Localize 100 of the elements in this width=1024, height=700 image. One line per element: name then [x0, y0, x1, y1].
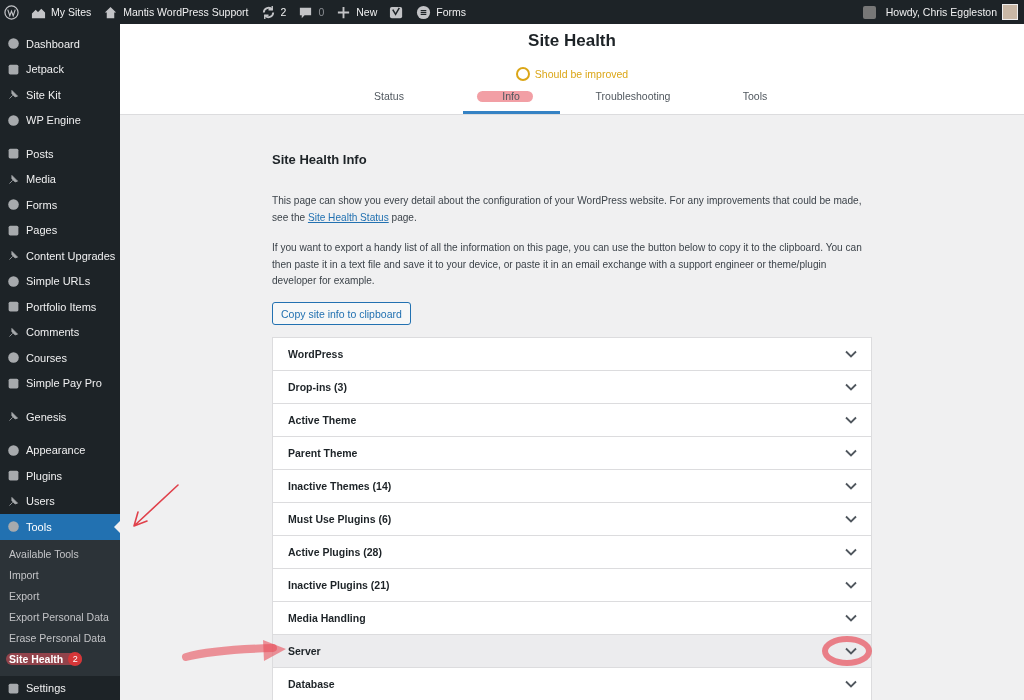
- submenu-item[interactable]: Site Health 2: [0, 648, 120, 670]
- menu-item[interactable]: Forms: [0, 192, 120, 218]
- submenu-item[interactable]: Export: [0, 585, 120, 607]
- forms-icon[interactable]: [416, 4, 432, 20]
- tab[interactable]: Tools: [706, 81, 804, 114]
- chevron-down-icon: [845, 515, 857, 523]
- menu-icon: [7, 325, 20, 339]
- menu-item[interactable]: Courses: [0, 345, 120, 371]
- menu-item[interactable]: Media: [0, 166, 120, 192]
- accordion-row[interactable]: Server: [273, 635, 871, 668]
- page-title: Site Health: [528, 31, 616, 51]
- status-ring-icon: [515, 67, 530, 81]
- menu-item[interactable]: Simple Pay Pro: [0, 370, 120, 396]
- accordion-row[interactable]: Inactive Themes (14): [273, 470, 871, 503]
- status-link[interactable]: Site Health Status: [307, 211, 389, 223]
- refresh-icon[interactable]: [260, 4, 276, 20]
- tab[interactable]: Info: [462, 81, 560, 114]
- menu-icon: [7, 113, 20, 127]
- accordion-title: Database: [288, 678, 336, 690]
- accordion-title: Media Handling: [288, 612, 367, 624]
- chevron-down-icon: [845, 383, 857, 391]
- submenu-item[interactable]: Export Personal Data: [0, 606, 120, 628]
- accordion-row[interactable]: Active Plugins (28): [273, 536, 871, 569]
- submenu-item[interactable]: Erase Personal Data: [0, 627, 120, 649]
- chevron-down-icon: [845, 350, 857, 358]
- menu-icon: [7, 681, 20, 695]
- chevron-down-icon: [845, 581, 857, 589]
- menu-item[interactable]: Tools: [0, 514, 120, 540]
- menu-icon: [7, 274, 20, 288]
- menu-item[interactable]: Genesis: [0, 404, 120, 430]
- menu-item[interactable]: Simple URLs: [0, 268, 120, 294]
- menu-icon: [7, 520, 20, 534]
- menu-item[interactable]: Site Kit: [0, 82, 120, 108]
- chevron-down-icon: [845, 680, 857, 688]
- menu-icon: [7, 300, 20, 314]
- admin-bar-link[interactable]: My Sites: [51, 6, 92, 18]
- chevron-down-icon: [845, 416, 857, 424]
- menu-item[interactable]: Dashboard: [0, 31, 120, 57]
- accordion-row[interactable]: Drop-ins (3): [273, 371, 871, 404]
- accordion-title: Active Theme: [288, 414, 358, 426]
- menu-icon: [7, 37, 20, 51]
- accordion-row[interactable]: Active Theme: [273, 404, 871, 437]
- accordion-title: Parent Theme: [288, 447, 359, 459]
- menu-icon: [7, 147, 20, 161]
- menu-icon: [7, 494, 20, 508]
- menu-icon: [7, 223, 20, 237]
- chevron-down-icon: [845, 449, 857, 457]
- menu-icon: [7, 410, 20, 424]
- accordion-row[interactable]: Must Use Plugins (6): [273, 503, 871, 536]
- menu-item[interactable]: Comments: [0, 319, 120, 345]
- export-paragraph: If you want to export a handy list of all the information on this page, you can use the button below to copy it to the clipboard. You can then paste it in a text file and save it to your device, or paste it in an email exchange with a support engineer or theme/plugin developer for example.: [272, 241, 863, 288]
- menu-item[interactable]: Portfolio Items: [0, 294, 120, 320]
- menu-item[interactable]: Posts: [0, 141, 120, 167]
- admin-bar-link[interactable]: 0: [318, 6, 325, 18]
- menu-item[interactable]: WP Engine: [0, 107, 120, 133]
- accordion-title: WordPress: [288, 348, 345, 360]
- submenu-item[interactable]: Available Tools: [0, 543, 120, 565]
- chevron-down-icon: [845, 548, 857, 556]
- wordpress-logo-icon[interactable]: [4, 4, 19, 20]
- accordion-title: Inactive Plugins (21): [288, 579, 391, 591]
- accordion-title: Inactive Themes (14): [288, 480, 393, 492]
- menu-item[interactable]: Appearance: [0, 437, 120, 463]
- home-icon[interactable]: [103, 4, 119, 20]
- menu-icon: [7, 62, 20, 76]
- admin-bar-link[interactable]: Mantis WordPress Support: [123, 6, 249, 18]
- menu-icon: [7, 198, 20, 212]
- menu-item[interactable]: Jetpack: [0, 56, 120, 82]
- menu-item[interactable]: Settings: [0, 675, 120, 700]
- copy-button[interactable]: Copy site info to clipboard: [272, 302, 411, 325]
- tab[interactable]: Troubleshooting: [584, 81, 682, 114]
- menu-icon: [7, 443, 20, 457]
- section-heading: Site Health Info: [272, 152, 368, 167]
- menu-item[interactable]: Content Upgrades: [0, 243, 120, 269]
- chevron-down-icon: [845, 614, 857, 622]
- admin-bar-link[interactable]: Forms: [436, 6, 466, 18]
- menu-item[interactable]: Pages: [0, 217, 120, 243]
- accordion-row[interactable]: WordPress: [273, 338, 871, 371]
- menu-icon: [7, 376, 20, 390]
- menu-icon: [7, 88, 20, 102]
- admin-bar-link[interactable]: 2: [280, 6, 287, 18]
- status-label: Should be improved: [534, 68, 629, 80]
- accordion-title: Drop-ins (3): [288, 381, 348, 393]
- menu-item[interactable]: Plugins: [0, 463, 120, 489]
- menu-icon: [7, 172, 20, 186]
- accordion-title: Server: [288, 645, 322, 657]
- account-greeting[interactable]: Howdy, Chris Eggleston: [885, 6, 997, 18]
- menu-item[interactable]: Users: [0, 488, 120, 514]
- tab[interactable]: Status: [340, 81, 438, 114]
- submenu-item[interactable]: Import: [0, 564, 120, 586]
- menu-icon: [7, 469, 20, 483]
- plus-icon[interactable]: [336, 4, 352, 20]
- accordion-row[interactable]: Parent Theme: [273, 437, 871, 470]
- count-badge: 2: [68, 652, 83, 666]
- chevron-down-icon: [845, 647, 857, 655]
- intro-paragraph: This page can show you every detail about the configuration of your WordPress website. For any improvements that could be made, see the Site Health Status page.: [272, 194, 863, 225]
- menu-icon: [7, 249, 20, 263]
- accordion-row[interactable]: Inactive Plugins (21): [273, 569, 871, 602]
- admin-bar-link[interactable]: New: [356, 6, 378, 18]
- accordion-title: Must Use Plugins (6): [288, 513, 393, 525]
- accordion-row[interactable]: Database: [273, 668, 871, 700]
